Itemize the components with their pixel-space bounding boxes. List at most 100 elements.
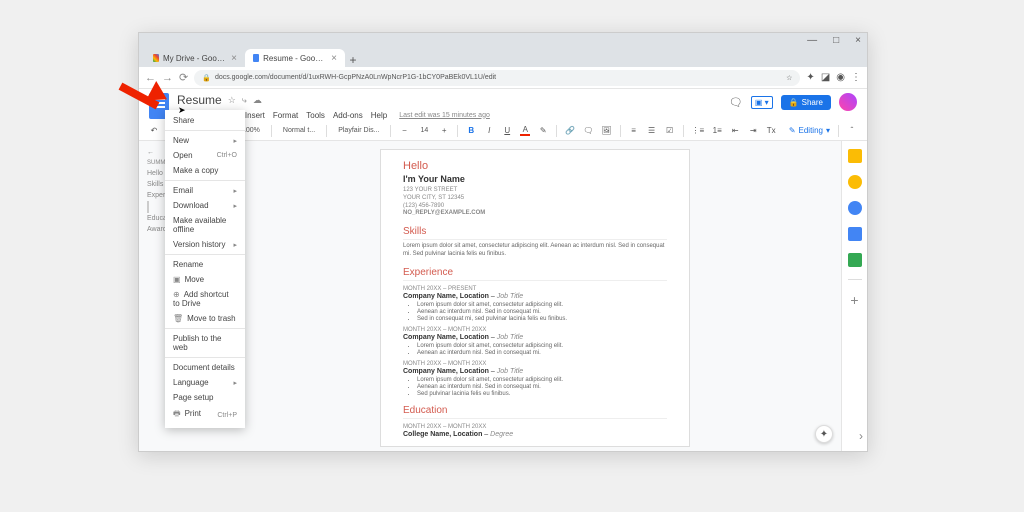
menu-format[interactable]: Format bbox=[273, 111, 298, 120]
star-icon[interactable]: ☆ bbox=[786, 74, 792, 82]
menu-tools[interactable]: Tools bbox=[306, 111, 325, 120]
profile-icon[interactable]: ◉ bbox=[836, 72, 845, 83]
extensions-icon[interactable]: ✦ bbox=[806, 72, 814, 83]
file-menu-print[interactable]: 🖶PrintCtrl+P bbox=[165, 405, 245, 425]
last-edit-link[interactable]: Last edit was 15 minutes ago bbox=[399, 112, 490, 119]
checklist-button[interactable]: ☑ bbox=[665, 126, 675, 135]
link-button[interactable]: 🔗 bbox=[565, 126, 575, 135]
underline-button[interactable]: U bbox=[502, 126, 512, 135]
file-menu-version-history[interactable]: Version history▸ bbox=[165, 237, 245, 252]
clear-format-button[interactable]: Tx bbox=[766, 126, 776, 135]
account-avatar[interactable] bbox=[839, 93, 857, 111]
image-button[interactable]: 🖼 bbox=[601, 126, 611, 135]
line-spacing-button[interactable]: ☰ bbox=[647, 126, 657, 135]
move-icon[interactable]: ⤷ bbox=[242, 95, 247, 106]
skills-heading: Skills bbox=[403, 226, 667, 240]
drive-icon bbox=[153, 54, 159, 62]
docs-toolbar: ↶ ↷ 🖶 Ᾱ ✎ 100% Normal t... Playfair Dis.… bbox=[139, 121, 867, 141]
bold-button[interactable]: B bbox=[466, 126, 476, 135]
print-icon: 🖶 bbox=[173, 409, 181, 418]
add-on-button[interactable]: + bbox=[850, 292, 858, 308]
menubar: File Edit View Insert Format Tools Add-o… bbox=[177, 109, 721, 121]
file-menu-language[interactable]: Language▸ bbox=[165, 375, 245, 390]
present-icon[interactable]: ▣ ▾ bbox=[751, 96, 773, 109]
forward-button[interactable]: → bbox=[162, 72, 173, 84]
cloud-icon[interactable]: ☁ bbox=[253, 95, 262, 106]
window-minimize[interactable]: — bbox=[807, 35, 817, 46]
tasks-icon[interactable] bbox=[848, 201, 862, 215]
job-bullets: Lorem ipsum dolor sit amet, consectetur … bbox=[417, 302, 667, 322]
job-dates: MONTH 20XX – PRESENT bbox=[403, 286, 667, 292]
file-menu-open[interactable]: OpenCtrl+O bbox=[165, 148, 245, 163]
tab-label: My Drive - Google Drive bbox=[163, 54, 227, 63]
menu-insert[interactable]: Insert bbox=[245, 111, 265, 120]
trash-icon: 🗑 bbox=[173, 314, 183, 323]
text-color-button[interactable]: A bbox=[520, 125, 530, 136]
document-page[interactable]: Hello I'm Your Name 123 YOUR STREET YOUR… bbox=[380, 149, 690, 447]
file-menu-details[interactable]: Document details bbox=[165, 360, 245, 375]
browser-menu-icon[interactable]: ⋮ bbox=[851, 72, 861, 83]
maps-icon[interactable] bbox=[848, 253, 862, 267]
font-select[interactable]: Playfair Dis... bbox=[335, 126, 382, 135]
url-field[interactable]: 🔒 docs.google.com/document/d/1uxRWH-GcpP… bbox=[194, 70, 800, 86]
job-dates: MONTH 20XX – MONTH 20XX bbox=[403, 327, 667, 333]
highlight-button[interactable]: ✎ bbox=[538, 126, 548, 135]
lock-icon: 🔒 bbox=[789, 98, 799, 107]
experience-heading: Experience bbox=[403, 267, 667, 281]
file-menu-share[interactable]: Share bbox=[165, 113, 245, 128]
font-size-increase[interactable]: + bbox=[439, 126, 449, 135]
align-button[interactable]: ≡ bbox=[629, 126, 639, 135]
browser-tab-drive[interactable]: My Drive - Google Drive × bbox=[145, 49, 245, 67]
comment-history-icon[interactable]: 🗨 bbox=[729, 96, 743, 109]
reload-button[interactable]: ⟳ bbox=[179, 71, 188, 84]
window-close[interactable]: × bbox=[855, 35, 861, 46]
file-menu-download[interactable]: Download▸ bbox=[165, 198, 245, 213]
extension-icon[interactable]: ◪ bbox=[821, 72, 830, 83]
font-size-decrease[interactable]: − bbox=[399, 126, 409, 135]
bulleted-list-button[interactable]: ⋮≡ bbox=[692, 126, 705, 135]
style-select[interactable]: Normal t... bbox=[280, 126, 318, 135]
contacts-icon[interactable] bbox=[848, 227, 862, 241]
cursor-icon: ➤ bbox=[178, 105, 186, 116]
explore-button[interactable]: ✦ bbox=[815, 425, 833, 443]
collapse-side-panel[interactable]: › bbox=[859, 429, 863, 443]
file-menu-trash[interactable]: 🗑Move to trash bbox=[165, 311, 245, 326]
window-titlebar: — □ × bbox=[139, 33, 867, 47]
file-menu-email[interactable]: Email▸ bbox=[165, 183, 245, 198]
italic-button[interactable]: I bbox=[484, 126, 494, 135]
file-menu-offline[interactable]: Make available offline bbox=[165, 213, 245, 237]
url-text: docs.google.com/document/d/1uxRWH-GcpPNz… bbox=[215, 74, 496, 81]
file-menu-page-setup[interactable]: Page setup bbox=[165, 390, 245, 405]
file-menu-publish[interactable]: Publish to the web bbox=[165, 331, 245, 355]
file-menu-new[interactable]: New▸ bbox=[165, 133, 245, 148]
indent-increase-button[interactable]: ⇥ bbox=[748, 126, 758, 135]
editing-mode-button[interactable]: ✎ Editing ▾ bbox=[789, 126, 830, 135]
star-icon[interactable]: ☆ bbox=[228, 95, 236, 106]
menu-addons[interactable]: Add-ons bbox=[333, 111, 363, 120]
font-size[interactable]: 14 bbox=[417, 126, 431, 135]
new-tab-button[interactable]: + bbox=[345, 53, 361, 67]
comment-button[interactable]: 🗨 bbox=[583, 126, 593, 135]
resume-name: I'm Your Name bbox=[403, 174, 667, 184]
shortcut-icon: ⊕ bbox=[173, 290, 180, 299]
undo-button[interactable]: ↶ bbox=[149, 126, 159, 135]
close-icon[interactable]: × bbox=[231, 53, 237, 64]
share-button[interactable]: 🔒Share bbox=[781, 95, 831, 110]
file-menu-rename[interactable]: Rename bbox=[165, 257, 245, 272]
file-menu-move[interactable]: ▣Move bbox=[165, 272, 245, 287]
back-button[interactable]: ← bbox=[145, 72, 156, 84]
file-menu-make-copy[interactable]: Make a copy bbox=[165, 163, 245, 178]
job-dates: MONTH 20XX – MONTH 20XX bbox=[403, 361, 667, 367]
annotation-arrow bbox=[118, 92, 160, 100]
browser-window: — □ × My Drive - Google Drive × Resume -… bbox=[138, 32, 868, 452]
browser-tab-docs[interactable]: Resume - Google Docs × bbox=[245, 49, 345, 67]
numbered-list-button[interactable]: 1≡ bbox=[712, 126, 722, 135]
indent-decrease-button[interactable]: ⇤ bbox=[730, 126, 740, 135]
file-menu-add-shortcut[interactable]: ⊕Add shortcut to Drive bbox=[165, 287, 245, 311]
calendar-icon[interactable] bbox=[848, 149, 862, 163]
menu-help[interactable]: Help bbox=[371, 111, 387, 120]
collapse-toolbar-button[interactable]: ˆ bbox=[847, 126, 857, 135]
close-icon[interactable]: × bbox=[331, 53, 337, 64]
keep-icon[interactable] bbox=[848, 175, 862, 189]
window-maximize[interactable]: □ bbox=[833, 35, 839, 46]
